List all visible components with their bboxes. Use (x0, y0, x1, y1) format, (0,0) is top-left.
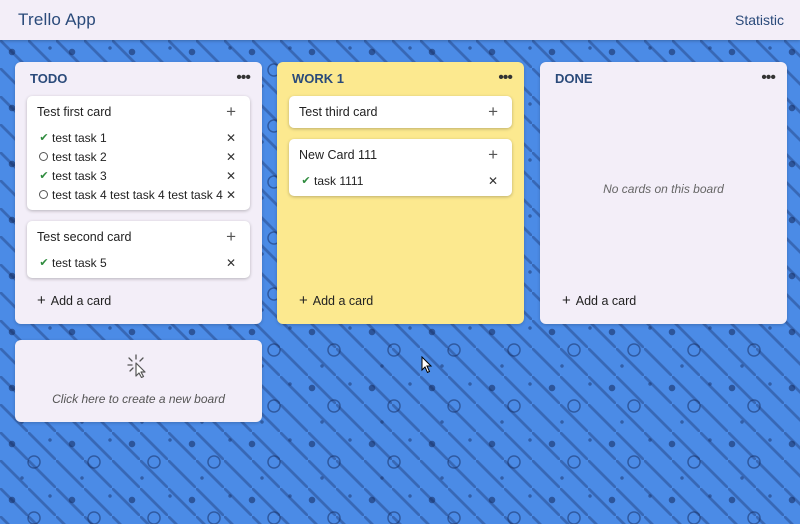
add-task-button[interactable]: + (226, 102, 236, 122)
board-title: DONE (555, 70, 593, 86)
add-card-label: Add a card (312, 293, 374, 308)
card[interactable]: Test third card + (289, 96, 512, 128)
add-task-button[interactable]: + (488, 145, 498, 165)
task-text: test task 2 (52, 149, 107, 164)
plus-icon: + (37, 292, 46, 309)
board-title: WORK 1 (292, 70, 344, 86)
card[interactable]: New Card 111 + ✔ task 1111 ✕ (289, 139, 512, 196)
add-card-label: Add a card (575, 293, 637, 308)
top-bar: Trello App Statistic (0, 0, 800, 40)
board-title: TODO (30, 70, 68, 86)
create-board-text: Click here to create a new board (52, 392, 225, 406)
check-icon[interactable]: ✔ (39, 256, 49, 269)
card-title: Test second card (37, 230, 132, 244)
add-card-button[interactable]: + Add a card (299, 292, 373, 309)
task-text: test task 1 (52, 130, 107, 145)
board-header: WORK 1 ••• (277, 62, 524, 94)
task-item[interactable]: test task 2 ✕ (27, 147, 250, 166)
check-icon[interactable]: ✔ (301, 174, 311, 187)
plus-icon: + (299, 292, 308, 309)
card[interactable]: Test second card + ✔ test task 5 ✕ (27, 221, 250, 278)
statistic-link[interactable]: Statistic (735, 12, 784, 28)
board-work-1: WORK 1 ••• Test third card + New Card 11… (277, 62, 524, 324)
click-cursor-icon (127, 354, 146, 378)
card-title: Test first card (37, 105, 112, 119)
add-card-button[interactable]: + Add a card (37, 292, 111, 309)
delete-task-icon[interactable]: ✕ (226, 256, 236, 270)
task-item[interactable]: ✔ test task 1 ✕ (27, 128, 250, 147)
add-card-label: Add a card (50, 293, 112, 308)
task-text: task 1111 (314, 173, 364, 188)
board-done: DONE ••• No cards on this board + Add a … (540, 62, 787, 324)
add-card-button[interactable]: + Add a card (562, 292, 636, 309)
delete-task-icon[interactable]: ✕ (488, 174, 498, 188)
card-title: Test third card (299, 105, 378, 119)
more-options-icon[interactable]: ••• (761, 70, 776, 86)
empty-board-message: No cards on this board (603, 182, 724, 196)
board-header: DONE ••• (540, 62, 787, 94)
task-item[interactable]: test task 4 test task 4 test task 4 ✕ (27, 185, 250, 204)
create-board-button[interactable]: Click here to create a new board (15, 340, 262, 422)
task-text: test task 4 test task 4 test task 4 (52, 187, 223, 202)
mouse-pointer-icon (421, 356, 433, 374)
task-text: test task 3 (52, 168, 107, 183)
check-icon[interactable]: ✔ (39, 169, 49, 182)
more-options-icon[interactable]: ••• (498, 70, 513, 86)
more-options-icon[interactable]: ••• (236, 70, 251, 86)
card-title: New Card 111 (299, 148, 378, 162)
delete-task-icon[interactable]: ✕ (226, 169, 236, 183)
board-todo: TODO ••• Test first card + ✔ test task 1… (15, 62, 262, 324)
delete-task-icon[interactable]: ✕ (226, 188, 236, 202)
delete-task-icon[interactable]: ✕ (226, 150, 236, 164)
app-title: Trello App (18, 10, 96, 29)
task-text: test task 5 (52, 255, 107, 270)
plus-icon: + (562, 292, 571, 309)
check-icon[interactable]: ✔ (39, 131, 49, 144)
add-task-button[interactable]: + (226, 227, 236, 247)
task-item[interactable]: ✔ task 1111 ✕ (289, 171, 512, 190)
add-task-button[interactable]: + (488, 102, 498, 122)
delete-task-icon[interactable]: ✕ (226, 131, 236, 145)
unchecked-circle-icon[interactable] (39, 190, 48, 199)
board-header: TODO ••• (15, 62, 262, 94)
task-item[interactable]: ✔ test task 5 ✕ (27, 253, 250, 272)
task-item[interactable]: ✔ test task 3 ✕ (27, 166, 250, 185)
card[interactable]: Test first card + ✔ test task 1 ✕ test t… (27, 96, 250, 210)
unchecked-circle-icon[interactable] (39, 152, 48, 161)
